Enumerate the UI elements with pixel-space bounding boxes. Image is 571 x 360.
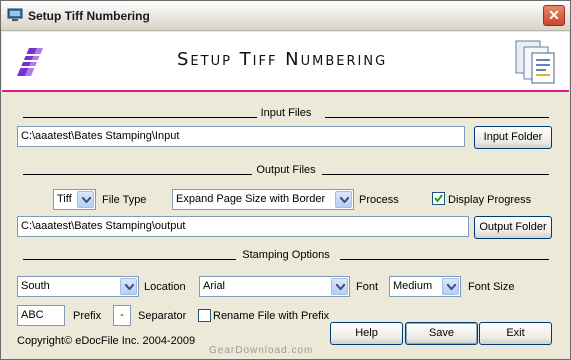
copyright-text: Copyright© eDocFile Inc. 2004-2009 [17,335,196,347]
output-folder-path-field[interactable]: C:\aaatest\Bates Stamping\output [17,216,469,237]
location-select[interactable]: South [17,276,139,297]
help-button[interactable]: Help [330,322,403,345]
process-label: Process [359,194,399,206]
output-folder-button[interactable]: Output Folder [474,216,552,239]
rename-file-checkbox[interactable] [198,309,211,322]
font-select[interactable]: Arial [199,276,350,297]
edocfile-logo-icon [17,48,43,76]
output-files-header: Output Files [23,164,549,178]
setup-tiff-numbering-window: Setup Tiff Numbering ✕ Setup Tiff Number… [0,0,571,360]
file-type-label: File Type [102,194,147,206]
save-button[interactable]: Save [405,322,478,345]
chevron-down-icon[interactable] [335,191,352,208]
exit-button[interactable]: Exit [479,322,552,345]
display-progress-checkbox[interactable] [432,192,445,205]
font-size-label: Font Size [468,281,515,293]
close-button[interactable]: ✕ [543,5,565,26]
monitor-icon [7,8,23,21]
accent-divider [2,90,569,92]
input-folder-path-field[interactable]: C:\aaatest\Bates Stamping\Input [17,126,465,147]
file-type-select[interactable]: Tiff [53,189,96,210]
stamping-options-label: Stamping Options [238,249,334,261]
separator-field[interactable]: - [113,305,131,326]
prefix-label: Prefix [73,310,102,322]
chevron-down-icon[interactable] [442,278,459,295]
separator-label: Separator [138,310,187,322]
prefix-field[interactable]: ABC [17,305,65,326]
input-folder-button[interactable]: Input Folder [474,126,552,149]
display-progress-label: Display Progress [448,194,532,206]
font-label: Font [356,281,379,293]
input-files-label: Input Files [256,107,316,119]
documents-icon [515,40,555,84]
location-value: South [21,280,50,292]
font-value: Arial [203,280,226,292]
checkmark-icon [434,194,443,203]
header-banner: Setup Tiff Numbering [2,32,569,92]
chevron-down-icon[interactable] [77,191,94,208]
location-label: Location [144,281,186,293]
stamping-options-header: Stamping Options [23,249,549,263]
rename-file-label: Rename File with Prefix [213,310,330,322]
font-size-value: Medium [393,280,433,292]
process-value: Expand Page Size with Border [176,193,326,205]
title-bar[interactable]: Setup Tiff Numbering ✕ [1,1,570,31]
font-size-select[interactable]: Medium [389,276,461,297]
banner-title: Setup Tiff Numbering [177,49,388,70]
window-title: Setup Tiff Numbering [28,9,150,23]
chevron-down-icon[interactable] [120,278,137,295]
chevron-down-icon[interactable] [331,278,348,295]
output-files-label: Output Files [252,164,320,176]
input-files-header: Input Files [23,107,549,121]
file-type-value: Tiff [57,193,72,205]
close-icon: ✕ [548,7,560,23]
watermark-text: GearDownload.com [209,345,314,356]
process-select[interactable]: Expand Page Size with Border [172,189,354,210]
